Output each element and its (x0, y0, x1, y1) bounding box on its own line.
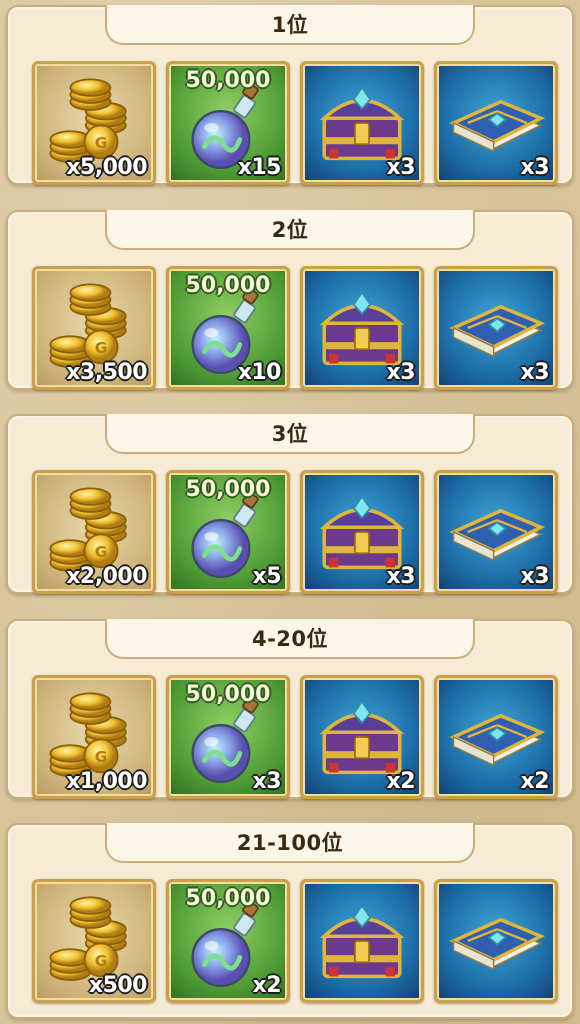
item-quantity: x3,500 (66, 360, 147, 385)
item-amount: 50,000 (185, 886, 271, 911)
reward-item-chest[interactable]: x2 (300, 675, 424, 799)
svg-text:G: G (95, 748, 108, 766)
item-quantity: x2 (252, 973, 282, 998)
reward-tier-2: 2位 G x3,500 50,000 x10 x3 x3 (6, 210, 574, 390)
reward-item-book[interactable] (434, 879, 558, 1003)
rank-tab: 4-20位 (105, 619, 475, 659)
rank-label: 2位 (271, 218, 309, 242)
reward-tier-1: 1位 G x5,000 50,000 x15 x3 x3 (6, 5, 574, 185)
reward-item-coins[interactable]: G x2,000 (32, 470, 156, 594)
item-quantity: x3 (386, 155, 416, 180)
spell-book-icon (437, 882, 555, 1000)
item-quantity: x3 (520, 564, 550, 589)
reward-item-chest[interactable]: x3 (300, 470, 424, 594)
reward-item-book[interactable]: x2 (434, 675, 558, 799)
reward-items: G x3,500 50,000 x10 x3 x3 (32, 266, 558, 390)
rank-tab: 1位 (105, 5, 475, 45)
rank-label: 21-100位 (236, 831, 344, 855)
item-quantity: x5,000 (66, 155, 147, 180)
reward-item-potion[interactable]: 50,000 x5 (166, 470, 290, 594)
reward-item-coins[interactable]: G x500 (32, 879, 156, 1003)
item-quantity: x3 (520, 155, 550, 180)
item-quantity: x10 (237, 360, 282, 385)
rank-label: 3位 (271, 422, 309, 446)
reward-items: G x1,000 50,000 x3 x2 x2 (32, 675, 558, 799)
svg-text:G: G (95, 339, 108, 357)
reward-items: G x5,000 50,000 x15 x3 x3 (32, 61, 558, 185)
reward-items: G x2,000 50,000 x5 x3 x3 (32, 470, 558, 594)
item-amount: 50,000 (185, 682, 271, 707)
item-quantity: x3 (252, 769, 282, 794)
reward-item-book[interactable]: x3 (434, 61, 558, 185)
item-quantity: x3 (386, 360, 416, 385)
rank-tab: 2位 (105, 210, 475, 250)
reward-item-potion[interactable]: 50,000 x15 (166, 61, 290, 185)
rank-label: 4-20位 (251, 627, 329, 651)
reward-item-coins[interactable]: G x1,000 (32, 675, 156, 799)
svg-text:G: G (95, 952, 108, 970)
reward-tier-4: 4-20位 G x1,000 50,000 x3 x2 x2 (6, 619, 574, 799)
item-quantity: x3 (386, 564, 416, 589)
reward-item-chest[interactable]: x3 (300, 266, 424, 390)
svg-text:G: G (95, 134, 108, 152)
item-quantity: x3 (520, 360, 550, 385)
item-quantity: x2 (520, 769, 550, 794)
reward-item-coins[interactable]: G x3,500 (32, 266, 156, 390)
rank-label: 1位 (271, 13, 309, 37)
reward-item-book[interactable]: x3 (434, 470, 558, 594)
reward-items: G x500 50,000 x2 (32, 879, 558, 1003)
reward-item-chest[interactable] (300, 879, 424, 1003)
reward-item-potion[interactable]: 50,000 x3 (166, 675, 290, 799)
svg-text:G: G (95, 543, 108, 561)
reward-tier-3: 3位 G x2,000 50,000 x5 x3 x3 (6, 414, 574, 594)
reward-item-chest[interactable]: x3 (300, 61, 424, 185)
item-quantity: x1,000 (66, 769, 147, 794)
item-quantity: x5 (252, 564, 282, 589)
item-amount: 50,000 (185, 477, 271, 502)
item-quantity: x15 (237, 155, 282, 180)
item-amount: 50,000 (185, 273, 271, 298)
reward-item-potion[interactable]: 50,000 x10 (166, 266, 290, 390)
item-quantity: x2,000 (66, 564, 147, 589)
item-quantity: x2 (386, 769, 416, 794)
rank-tab: 21-100位 (105, 823, 475, 863)
reward-tier-5: 21-100位 G x500 50,000 x2 (6, 823, 574, 1019)
reward-item-book[interactable]: x3 (434, 266, 558, 390)
reward-item-potion[interactable]: 50,000 x2 (166, 879, 290, 1003)
treasure-chest-icon (303, 882, 421, 1000)
item-quantity: x500 (88, 973, 148, 998)
item-amount: 50,000 (185, 68, 271, 93)
rank-tab: 3位 (105, 414, 475, 454)
reward-item-coins[interactable]: G x5,000 (32, 61, 156, 185)
